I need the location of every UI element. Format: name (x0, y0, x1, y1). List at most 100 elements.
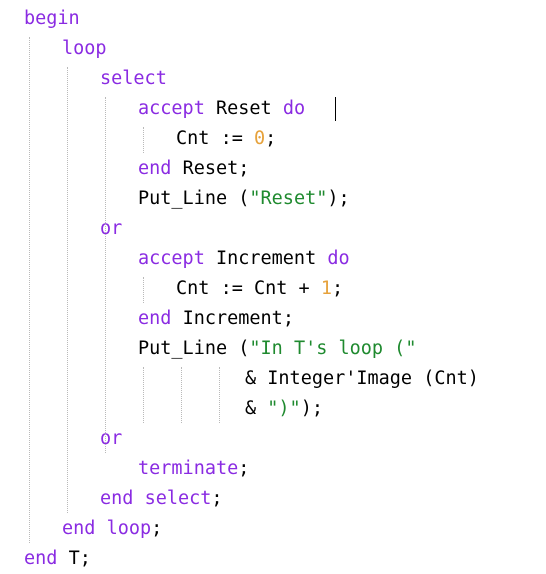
punctuation-token: ( (238, 338, 250, 359)
punctuation-token: ); (327, 188, 350, 209)
identifier-token: Increment (215, 248, 317, 269)
indent-guide (105, 97, 106, 453)
punctuation-token: ; (151, 518, 163, 539)
keyword-token: do (327, 248, 350, 269)
code-line[interactable]: or (100, 424, 122, 454)
code-line[interactable]: & Integer'Image (Cnt) (245, 364, 479, 394)
keyword-token: select (100, 68, 167, 89)
string-literal: "In T's loop (" (249, 338, 417, 359)
identifier-token: Cnt (253, 278, 288, 299)
code-line[interactable]: end loop; (62, 514, 162, 544)
code-line[interactable]: loop (62, 34, 107, 64)
punctuation-token: ; (265, 128, 277, 149)
operator-token: := (220, 278, 243, 299)
keyword-token: accept (138, 248, 205, 269)
indent-guide (67, 67, 68, 513)
operator-token: + (298, 278, 310, 299)
identifier-token: Increment (182, 308, 283, 329)
text-caret (335, 97, 336, 121)
identifier-token: Reset (182, 158, 239, 179)
indent-guide (143, 127, 144, 153)
identifier-token: Reset (215, 98, 272, 119)
punctuation-token: ; (79, 548, 91, 569)
code-line[interactable]: end Reset; (138, 154, 249, 184)
operator-token: & (245, 398, 257, 419)
punctuation-token: ; (238, 158, 250, 179)
code-line[interactable]: Put_Line ("Reset"); (138, 184, 350, 214)
keyword-token: end (100, 488, 134, 509)
code-line[interactable]: begin (24, 4, 80, 34)
keyword-token: end (138, 308, 172, 329)
punctuation-token: ; (282, 308, 294, 329)
keyword-token: loop (106, 518, 152, 539)
code-line[interactable]: Cnt := 0; (176, 124, 276, 154)
keyword-token: terminate (138, 458, 239, 479)
string-literal: "Reset" (249, 188, 328, 209)
code-editor[interactable]: begin loop select accept Reset do Cnt := 0; e… (0, 0, 546, 569)
code-line[interactable]: end Increment; (138, 304, 294, 334)
keyword-token: select (144, 488, 212, 509)
punctuation-token: ; (331, 278, 344, 299)
identifier-token: Integer'Image (267, 368, 413, 389)
identifier-token: Put_Line (138, 188, 228, 209)
punctuation-token: ; (238, 458, 250, 479)
code-line[interactable]: or (100, 214, 122, 244)
code-line[interactable]: end T; (24, 544, 91, 574)
code-line[interactable]: end select; (100, 484, 223, 514)
number-literal: 0 (253, 128, 266, 149)
punctuation-token: (Cnt) (423, 368, 479, 389)
keyword-token: end (24, 548, 58, 569)
identifier-token: Put_Line (138, 338, 228, 359)
keyword-token: loop (62, 38, 107, 59)
punctuation-token: ( (238, 188, 250, 209)
identifier-token: Cnt (176, 128, 210, 149)
indent-guide (181, 367, 182, 423)
indent-guide (143, 277, 144, 303)
operator-token: & (245, 368, 257, 389)
keyword-token: accept (138, 98, 205, 119)
keyword-token: begin (24, 8, 80, 29)
code-line[interactable]: & ")"); (245, 394, 323, 424)
code-line[interactable]: Put_Line ("In T's loop (" (138, 334, 416, 364)
keyword-token: or (100, 218, 123, 239)
punctuation-token: ; (211, 488, 223, 509)
keyword-token: end (62, 518, 96, 539)
indent-guide (29, 37, 30, 543)
punctuation-token: ); (300, 398, 323, 419)
identifier-token: T (68, 548, 80, 569)
keyword-token: end (138, 158, 172, 179)
keyword-token: or (100, 428, 123, 449)
code-line[interactable]: accept Reset do (138, 94, 305, 124)
number-literal: 1 (320, 278, 332, 299)
code-line[interactable]: select (100, 64, 167, 94)
code-line[interactable]: Cnt := Cnt + 1; (176, 274, 343, 304)
keyword-token: do (282, 98, 306, 119)
operator-token: := (220, 128, 243, 149)
identifier-token: Cnt (176, 278, 210, 299)
indent-guide (219, 367, 220, 423)
string-literal: ")" (267, 398, 301, 419)
code-line[interactable]: terminate; (138, 454, 249, 484)
indent-guide (143, 367, 144, 423)
code-line[interactable]: accept Increment do (138, 244, 350, 274)
